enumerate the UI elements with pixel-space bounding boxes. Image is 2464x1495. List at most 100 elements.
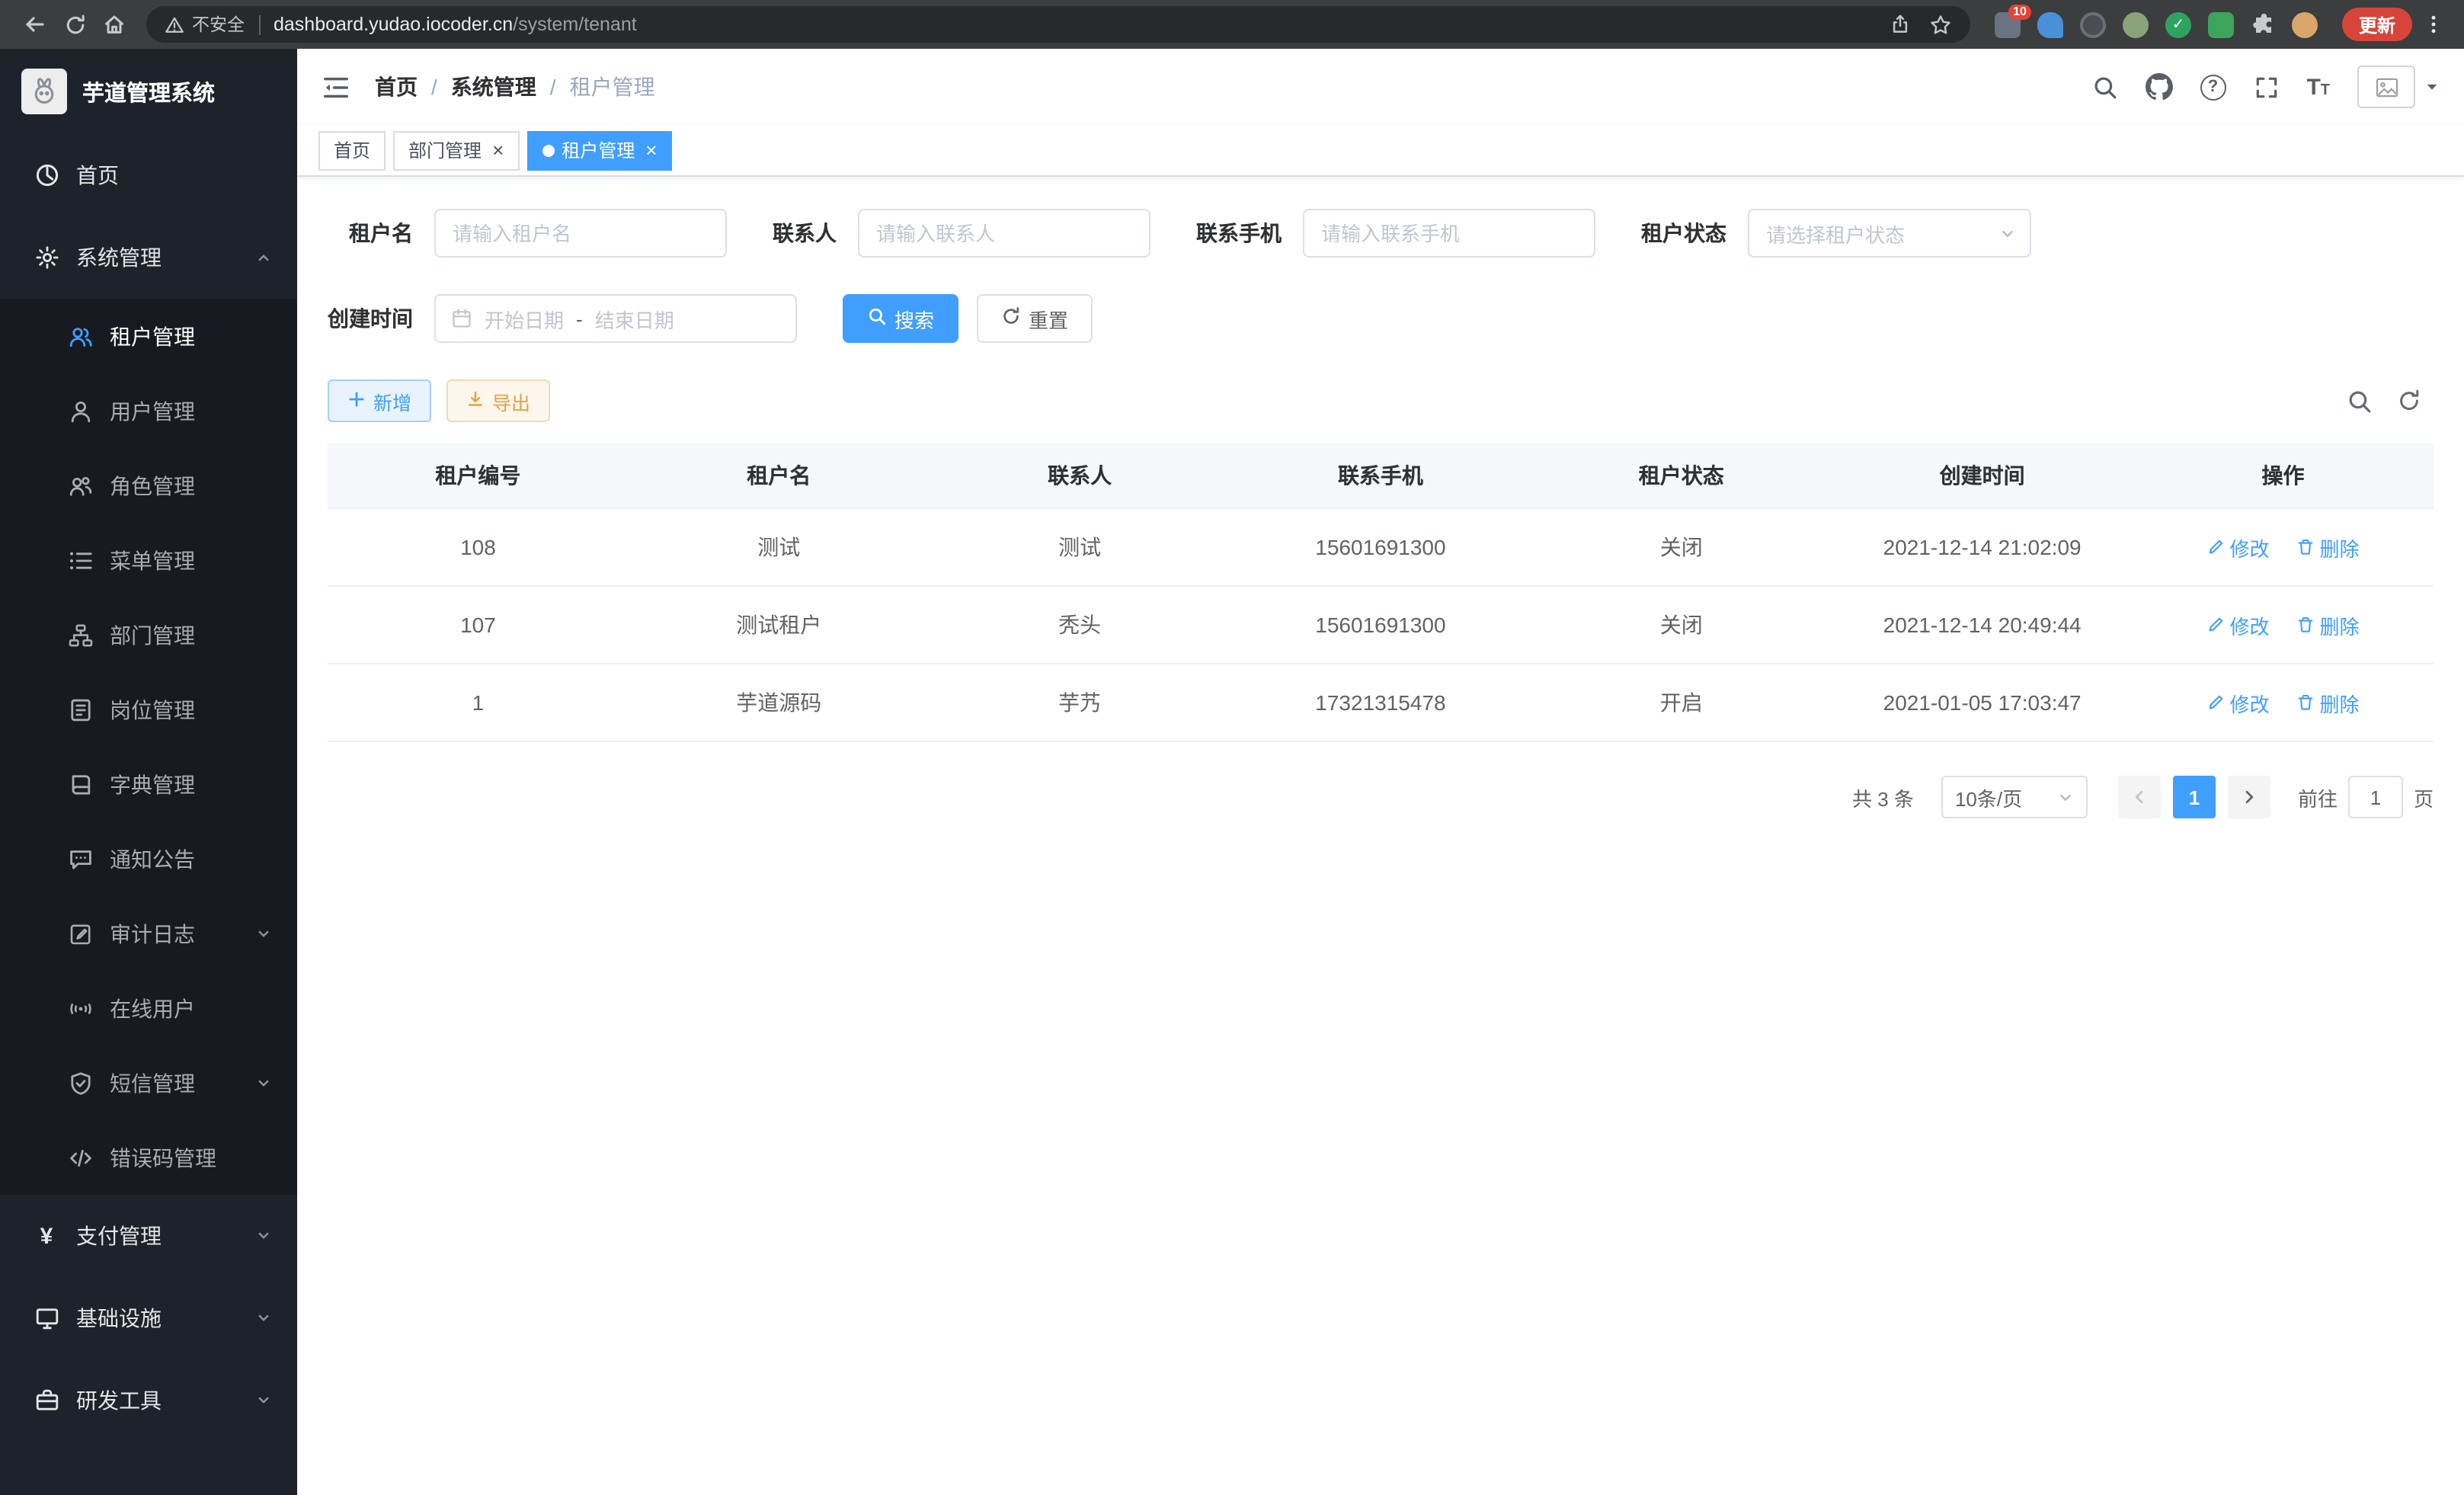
close-icon[interactable]: × <box>492 140 504 160</box>
table-row: 107 测试租户 秃头 15601691300 关闭 2021-12-14 20… <box>328 586 2434 664</box>
contact-input[interactable] <box>858 209 1150 258</box>
extensions-puzzle-icon[interactable] <box>2251 12 2275 37</box>
extension-badge: 10 <box>2008 4 2031 19</box>
next-page-button[interactable] <box>2228 776 2270 818</box>
sidebar-item-infrastructure[interactable]: 基础设施 <box>0 1277 297 1359</box>
browser-menu-icon[interactable] <box>2418 12 2449 37</box>
trash-icon <box>2297 693 2315 712</box>
tag-tenant[interactable]: 租户管理 × <box>526 130 672 170</box>
browser-reload-icon[interactable] <box>55 5 94 44</box>
goto-label: 前往 <box>2298 783 2338 812</box>
app-logo[interactable]: 芋道管理系统 <box>0 49 297 134</box>
fullscreen-icon[interactable] <box>2253 74 2279 100</box>
sidebar-item-notice[interactable]: 通知公告 <box>0 821 297 896</box>
page-number-button[interactable]: 1 <box>2173 776 2216 818</box>
sidebar-item-label: 部门管理 <box>110 619 195 650</box>
delete-button[interactable]: 删除 <box>2297 688 2360 717</box>
goto-page-input[interactable] <box>2348 776 2403 818</box>
org-tree-icon <box>67 622 93 648</box>
active-dot <box>542 144 554 156</box>
sidebar-item-dict[interactable]: 字典管理 <box>0 747 297 821</box>
security-warning[interactable]: 不安全 <box>165 12 245 37</box>
add-button[interactable]: 新增 <box>328 379 431 422</box>
column-header: 联系手机 <box>1230 443 1531 508</box>
extension-icon-6[interactable] <box>2208 11 2234 37</box>
browser-back-icon[interactable] <box>15 5 55 44</box>
extension-icon-5[interactable]: ✓ <box>2165 11 2191 37</box>
browser-home-icon[interactable] <box>94 5 134 44</box>
column-header: 租户编号 <box>328 443 629 508</box>
extension-icon-1[interactable]: 10 <box>1995 11 2021 37</box>
sidebar-item-sms[interactable]: 短信管理 <box>0 1045 297 1120</box>
date-range-picker[interactable]: 开始日期 - 结束日期 <box>434 294 797 343</box>
github-icon[interactable] <box>2145 73 2172 101</box>
sidebar-item-menu[interactable]: 菜单管理 <box>0 523 297 597</box>
tenant-name-input[interactable] <box>434 209 727 258</box>
extension-icon-2[interactable] <box>2037 11 2063 37</box>
cell-created: 2021-01-05 17:03:47 <box>1832 664 2133 741</box>
sidebar-item-payment[interactable]: ¥ 支付管理 <box>0 1195 297 1277</box>
sidebar-item-tenant[interactable]: 租户管理 <box>0 299 297 373</box>
user-avatar[interactable] <box>2357 66 2440 108</box>
filter-row-2: 创建时间 开始日期 - 结束日期 <box>328 294 2434 343</box>
trash-icon <box>2297 616 2315 634</box>
sidebar-item-label: 研发工具 <box>76 1385 162 1416</box>
edit-button[interactable]: 修改 <box>2207 688 2270 717</box>
tag-dept[interactable]: 部门管理 × <box>393 130 519 170</box>
close-icon[interactable]: × <box>645 140 657 160</box>
sidebar-item-error-code[interactable]: 错误码管理 <box>0 1120 297 1195</box>
sidebar-fold-icon[interactable] <box>322 72 350 101</box>
filter-tenant-name: 租户名 <box>328 209 727 258</box>
sidebar-item-label: 通知公告 <box>110 844 195 874</box>
delete-button[interactable]: 删除 <box>2297 610 2360 639</box>
edit-button[interactable]: 修改 <box>2207 533 2270 562</box>
reset-button[interactable]: 重置 <box>977 294 1093 343</box>
sidebar-item-home[interactable]: 首页 <box>0 134 297 216</box>
refresh-table-icon[interactable] <box>2397 389 2421 413</box>
error-code-icon <box>67 1144 93 1170</box>
cell-contact: 芋艿 <box>930 664 1230 741</box>
share-icon[interactable] <box>1890 14 1911 35</box>
extension-icon-3[interactable] <box>2080 11 2106 37</box>
start-date-placeholder: 开始日期 <box>485 304 564 333</box>
warning-icon <box>165 14 184 34</box>
tenant-table: 租户编号 租户名 联系人 联系手机 租户状态 创建时间 操作 108 测试 <box>328 443 2434 742</box>
sidebar-item-dept[interactable]: 部门管理 <box>0 597 297 672</box>
sidebar-item-user[interactable]: 用户管理 <box>0 373 297 448</box>
delete-button[interactable]: 删除 <box>2297 533 2360 562</box>
trash-icon <box>2297 538 2315 556</box>
edit-button[interactable]: 修改 <box>2207 610 2270 639</box>
cell-status: 开启 <box>1531 664 1832 741</box>
breadcrumb-system[interactable]: 系统管理 <box>451 72 536 102</box>
toggle-search-icon[interactable] <box>2347 388 2373 414</box>
sidebar-item-post[interactable]: 岗位管理 <box>0 672 297 747</box>
export-button[interactable]: 导出 <box>446 379 550 422</box>
url-path: /system/tenant <box>513 14 637 35</box>
prev-page-button[interactable] <box>2118 776 2161 818</box>
breadcrumb-home[interactable]: 首页 <box>375 72 418 102</box>
browser-toolbar: 不安全 dashboard.yudao.iocoder.cn/system/te… <box>0 0 2464 49</box>
extension-icons: 10 ✓ <box>1995 11 2318 37</box>
bookmark-star-icon[interactable] <box>1929 13 1952 36</box>
browser-update-button[interactable]: 更新 <box>2342 8 2412 41</box>
extension-icon-4[interactable] <box>2123 11 2149 37</box>
filter-label: 联系手机 <box>1196 218 1282 248</box>
search-button[interactable]: 搜索 <box>843 294 958 343</box>
status-select[interactable]: 请选择租户状态 <box>1748 209 2031 258</box>
page-size-select[interactable]: 10条/页 <box>1941 776 2088 818</box>
post-card-icon <box>67 696 93 722</box>
sidebar-item-system[interactable]: 系统管理 <box>0 216 297 299</box>
mobile-input[interactable] <box>1303 209 1595 258</box>
sidebar-item-online-user[interactable]: 在线用户 <box>0 971 297 1045</box>
profile-avatar-icon[interactable] <box>2292 11 2318 37</box>
address-bar[interactable]: 不安全 dashboard.yudao.iocoder.cn/system/te… <box>146 6 1970 43</box>
tag-home[interactable]: 首页 <box>318 130 386 170</box>
sidebar-item-audit-log[interactable]: 审计日志 <box>0 896 297 971</box>
font-size-icon[interactable]: TT <box>2306 74 2330 100</box>
filter-row-1: 租户名 联系人 联系手机 租户状态 请选择租户状态 <box>328 209 2434 258</box>
sidebar-item-role[interactable]: 角色管理 <box>0 448 297 523</box>
search-icon[interactable] <box>2091 74 2117 100</box>
help-icon[interactable]: ? <box>2200 74 2226 100</box>
sidebar-item-dev-tools[interactable]: 研发工具 <box>0 1359 297 1442</box>
filter-label: 租户名 <box>328 218 413 248</box>
